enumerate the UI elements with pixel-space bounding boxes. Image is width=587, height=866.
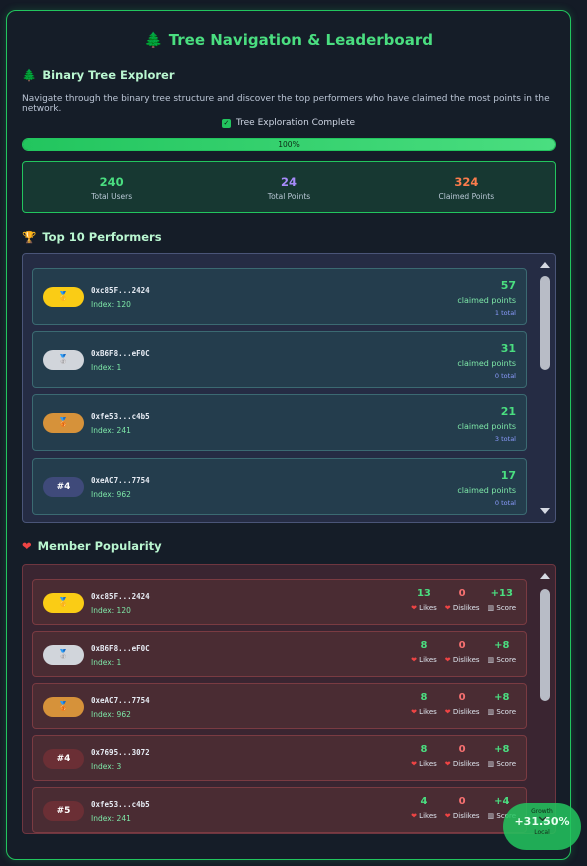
index-label: Index: 3: [91, 762, 122, 771]
chart-icon: ▥: [487, 656, 495, 664]
explorer-heading: 🌲 Binary Tree Explorer: [22, 68, 175, 82]
address: 0xB6F8...eF0C: [91, 349, 150, 358]
exploration-checkbox[interactable]: ✓ Tree Exploration Complete: [7, 118, 570, 128]
rank-badge: 🥇: [43, 593, 84, 613]
scroll-down-icon[interactable]: [540, 508, 550, 514]
address: 0xfe53...c4b5: [91, 412, 150, 421]
checkmark-icon: ✓: [221, 118, 231, 128]
tree-icon: 🌲: [144, 31, 163, 49]
top-performers-heading: 🏆 Top 10 Performers: [22, 230, 162, 244]
broken-heart-icon: ❤: [444, 760, 451, 768]
scroll-up-icon[interactable]: [540, 573, 550, 579]
vote-stats: 8 ❤ Likes 0 ❤ Dislikes +8 ▥ Score: [411, 640, 516, 664]
scrollbar[interactable]: [537, 256, 553, 520]
points-block: 21 claimed points 3 total: [457, 405, 516, 443]
address: 0xfe53...c4b5: [91, 800, 150, 809]
list-item[interactable]: #5 0xfe53...c4b5 Index: 241 4 ❤ Likes 0 ❤ …: [32, 787, 527, 833]
broken-heart-icon: ❤: [444, 656, 451, 664]
stats-panel: 240 Total Users 24 Total Points 324 Clai…: [22, 161, 556, 213]
points-block: 57 claimed points 1 total: [457, 279, 516, 317]
chart-icon: ▥: [487, 604, 495, 612]
index-label: Index: 241: [91, 814, 131, 823]
progress-bar: 100%: [22, 138, 556, 151]
list-item[interactable]: #4 0xeAC7...7754 Index: 962 17 claimed p…: [32, 458, 527, 515]
address: 0xB6F8...eF0C: [91, 644, 150, 653]
tree-icon: 🌲: [22, 68, 37, 82]
index-label: Index: 1: [91, 658, 122, 667]
index-label: Index: 962: [91, 710, 131, 719]
points-block: 31 claimed points 0 total: [457, 342, 516, 380]
rank-badge: 🥉: [43, 697, 84, 717]
index-label: Index: 120: [91, 606, 131, 615]
chart-icon: ▥: [487, 760, 495, 768]
rank-badge: #4: [43, 749, 84, 769]
list-item[interactable]: 🥈 0xB6F8...eF0C Index: 1 31 claimed poin…: [32, 331, 527, 388]
address: 0xc85F...2424: [91, 592, 150, 601]
broken-heart-icon: ❤: [444, 708, 451, 716]
popularity-list[interactable]: 🥇 0xc85F...2424 Index: 120 13 ❤ Likes 0 ❤ …: [22, 564, 556, 834]
rank-badge: 🥇: [43, 287, 84, 307]
broken-heart-icon: ❤: [444, 812, 451, 820]
heart-icon: ❤: [411, 708, 417, 716]
rank-badge: 🥈: [43, 350, 84, 370]
page-title: 🌲 Tree Navigation & Leaderboard: [144, 31, 433, 49]
heart-icon: ❤: [411, 812, 417, 820]
rank-badge: 🥉: [43, 413, 84, 433]
list-item[interactable]: 🥈 0xB6F8...eF0C Index: 1 8 ❤ Likes 0 ❤ Dis…: [32, 631, 527, 677]
popularity-heading: ❤ Member Popularity: [22, 539, 162, 553]
scrollbar[interactable]: [537, 567, 553, 831]
trophy-icon: 🏆: [22, 230, 37, 244]
leaderboard-card: 🌲 Tree Navigation & Leaderboard 🌲 Binary T…: [6, 10, 571, 860]
index-label: Index: 120: [91, 300, 131, 309]
scroll-thumb[interactable]: [540, 276, 550, 370]
heart-icon: ❤: [411, 604, 417, 612]
stat-claimed-points: 324 Claimed Points: [438, 175, 495, 201]
list-item[interactable]: 🥉 0xfe53...c4b5 Index: 241 21 claimed po…: [32, 394, 527, 451]
vote-stats: 4❤ Likes 0❤ Dislikes +4▥ Score: [411, 796, 516, 820]
progress-label: 100%: [278, 140, 300, 149]
vote-stats: 8 ❤ Likes 0 ❤ Dislikes +8 ▥ Score: [411, 692, 516, 716]
rank-badge: #4: [43, 477, 84, 497]
top-performers-list[interactable]: 🥇 0xc85F...2424 Index: 120 57 claimed po…: [22, 253, 556, 523]
scroll-thumb[interactable]: [540, 589, 550, 701]
address: 0xeAC7...7754: [91, 476, 150, 485]
vote-stats: 8 ❤ Likes 0 ❤ Dislikes +8 ▥ Score: [411, 744, 516, 768]
scroll-up-icon[interactable]: [540, 262, 550, 268]
explorer-description: Navigate through the binary tree structu…: [22, 94, 550, 114]
points-block: 17 claimed points 0 total: [457, 469, 516, 507]
vote-stats: 13 ❤ Likes 0 ❤ Dislikes +13 ▥ Score: [411, 588, 516, 612]
address: 0xc85F...2424: [91, 286, 150, 295]
growth-floating-button[interactable]: Growth +31.50% Local ⌄: [503, 803, 581, 850]
heart-icon: ❤: [411, 656, 417, 664]
chart-icon: ▥: [487, 708, 495, 716]
list-item[interactable]: 🥉 0xeAC7...7754 Index: 962 8 ❤ Likes 0 ❤ D…: [32, 683, 527, 729]
stat-total-users: 240 Total Users: [91, 175, 133, 201]
list-item[interactable]: 🥇 0xc85F...2424 Index: 120 57 claimed po…: [32, 268, 527, 325]
rank-badge: #5: [43, 801, 84, 821]
index-label: Index: 962: [91, 490, 131, 499]
list-item[interactable]: #4 0x7695...3072 Index: 3 8 ❤ Likes 0 ❤ Di…: [32, 735, 527, 781]
heart-icon: ❤: [22, 539, 32, 553]
address: 0xeAC7...7754: [91, 696, 150, 705]
address: 0x7695...3072: [91, 748, 150, 757]
chart-icon: ▥: [487, 812, 495, 820]
index-label: Index: 1: [91, 363, 122, 372]
list-item[interactable]: 🥇 0xc85F...2424 Index: 120 13 ❤ Likes 0 ❤ …: [32, 579, 527, 625]
chevron-down-icon: ⌄: [535, 805, 551, 826]
stat-total-points: 24 Total Points: [267, 175, 311, 201]
heart-icon: ❤: [411, 760, 417, 768]
rank-badge: 🥈: [43, 645, 84, 665]
broken-heart-icon: ❤: [444, 604, 451, 612]
index-label: Index: 241: [91, 426, 131, 435]
